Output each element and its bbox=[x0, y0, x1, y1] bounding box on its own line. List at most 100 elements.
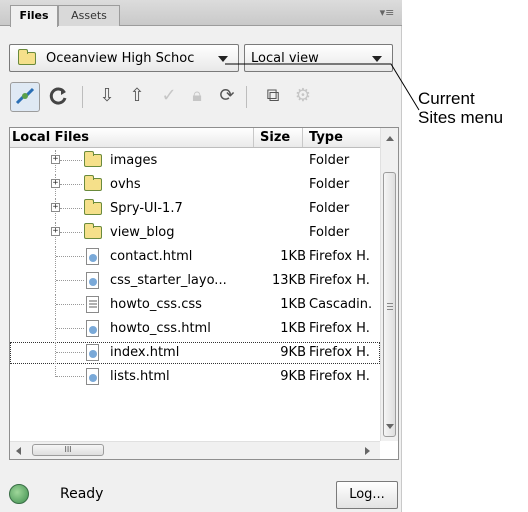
file-row[interactable]: + images Folder bbox=[10, 150, 380, 172]
file-row[interactable]: + ovhs Folder bbox=[10, 174, 380, 196]
file-type: Firefox H. bbox=[309, 369, 370, 384]
toolbar-divider bbox=[82, 86, 83, 108]
file-row[interactable]: + view_blog Folder bbox=[10, 222, 380, 244]
column-divider bbox=[302, 128, 303, 147]
current-site-value: Oceanview High Schoc bbox=[46, 51, 195, 66]
css-file-icon bbox=[86, 296, 99, 313]
column-size[interactable]: Size bbox=[260, 130, 290, 145]
check-in-icon[interactable]: 🔒︎ bbox=[182, 82, 212, 112]
column-local-files[interactable]: Local Files bbox=[12, 130, 89, 145]
folder-icon bbox=[84, 223, 102, 239]
tree-line bbox=[56, 376, 84, 377]
file-name: ovhs bbox=[110, 177, 141, 192]
log-button[interactable]: Log... bbox=[336, 481, 398, 509]
file-size: 1KB bbox=[280, 249, 306, 264]
html-file-icon bbox=[86, 320, 99, 337]
file-name: css_starter_layo... bbox=[110, 273, 227, 288]
file-name: view_blog bbox=[110, 225, 175, 240]
file-name: contact.html bbox=[110, 249, 193, 264]
file-type: Firefox H. bbox=[309, 345, 370, 360]
file-row[interactable]: contact.html 1KB Firefox H. bbox=[10, 246, 380, 268]
tree-line bbox=[55, 342, 56, 364]
file-type: Folder bbox=[309, 201, 350, 216]
file-size: 9KB bbox=[280, 345, 306, 360]
file-name: index.html bbox=[110, 345, 180, 360]
tree-line bbox=[56, 328, 84, 329]
file-row[interactable]: howto_css.html 1KB Firefox H. bbox=[10, 318, 380, 340]
file-type: Folder bbox=[309, 153, 350, 168]
column-type[interactable]: Type bbox=[309, 130, 343, 145]
file-name: howto_css.css bbox=[110, 297, 202, 312]
tree-line bbox=[60, 208, 82, 209]
file-size: 9KB bbox=[280, 369, 306, 384]
file-row[interactable]: lists.html 9KB Firefox H. bbox=[10, 366, 380, 388]
file-name: lists.html bbox=[110, 369, 170, 384]
expand-toggle-icon[interactable]: + bbox=[51, 227, 60, 236]
tree-line bbox=[56, 352, 84, 353]
file-row[interactable]: index.html 9KB Firefox H. bbox=[10, 342, 380, 364]
tree-line bbox=[55, 318, 56, 340]
file-size: 1KB bbox=[280, 297, 306, 312]
refresh-icon[interactable] bbox=[44, 82, 74, 112]
get-files-icon[interactable]: ⇩ bbox=[92, 82, 122, 112]
connect-icon[interactable] bbox=[10, 82, 40, 112]
file-row[interactable]: css_starter_layo... 13KB Firefox H. bbox=[10, 270, 380, 292]
file-size: 1KB bbox=[280, 321, 306, 336]
file-type: Firefox H. bbox=[309, 273, 370, 288]
tree-line bbox=[55, 294, 56, 316]
grip-line bbox=[387, 309, 393, 310]
tree-line bbox=[56, 256, 84, 257]
local-files-list[interactable]: Local Files Size Type + images Folder + ovhs… bbox=[9, 127, 399, 460]
file-name: Spry-UI-1.7 bbox=[110, 201, 183, 216]
site-folder-icon bbox=[18, 49, 36, 65]
scroll-thumb[interactable] bbox=[383, 172, 396, 437]
tree-line bbox=[56, 280, 84, 281]
grip-line bbox=[387, 303, 393, 304]
folder-icon bbox=[84, 199, 102, 215]
grip-line bbox=[387, 306, 393, 307]
put-files-icon[interactable]: ⇧ bbox=[122, 82, 152, 112]
callout-label: Current Sites menu bbox=[418, 89, 503, 127]
folder-icon bbox=[84, 175, 102, 191]
file-type: Cascadin. bbox=[309, 297, 373, 312]
check-out-icon[interactable]: ✓ bbox=[154, 82, 184, 112]
scroll-down-icon[interactable] bbox=[386, 424, 394, 429]
scroll-left-icon[interactable] bbox=[16, 447, 21, 455]
scroll-up-icon[interactable] bbox=[386, 136, 394, 141]
scroll-thumb-horizontal[interactable]: III bbox=[32, 444, 104, 456]
tree-line bbox=[55, 270, 56, 292]
file-size: 13KB bbox=[272, 273, 306, 288]
tree-line bbox=[60, 232, 82, 233]
html-file-icon bbox=[86, 344, 99, 361]
html-file-icon bbox=[86, 248, 99, 265]
callout-line-2: Sites menu bbox=[418, 108, 504, 127]
vertical-scrollbar[interactable] bbox=[380, 128, 398, 441]
tab-files[interactable]: Files bbox=[10, 5, 58, 27]
html-file-icon bbox=[86, 368, 99, 385]
expand-toggle-icon[interactable]: + bbox=[51, 203, 60, 212]
tree-line bbox=[60, 160, 82, 161]
panel-options-menu-icon[interactable]: ▾≡ bbox=[378, 6, 396, 20]
panel-tab-bar: Files Assets ▾≡ bbox=[0, 0, 402, 27]
tab-assets[interactable]: Assets bbox=[58, 5, 120, 26]
file-type: Firefox H. bbox=[309, 249, 370, 264]
html-file-icon bbox=[86, 272, 99, 289]
status-icon bbox=[9, 484, 29, 504]
tree-line bbox=[55, 246, 56, 268]
horizontal-scrollbar[interactable]: III bbox=[10, 441, 380, 459]
expand-toggle-icon[interactable]: + bbox=[51, 155, 60, 164]
file-type: Folder bbox=[309, 177, 350, 192]
expand-toggle-icon[interactable]: + bbox=[51, 179, 60, 188]
current-sites-menu[interactable]: Oceanview High Schoc bbox=[9, 44, 239, 72]
file-name: images bbox=[110, 153, 158, 168]
file-name: howto_css.html bbox=[110, 321, 211, 336]
tree-line bbox=[56, 304, 84, 305]
status-bar: Ready Log... bbox=[0, 478, 402, 512]
file-type: Folder bbox=[309, 225, 350, 240]
file-row[interactable]: howto_css.css 1KB Cascadin. bbox=[10, 294, 380, 316]
folder-icon bbox=[84, 151, 102, 167]
tree-line bbox=[60, 184, 82, 185]
scroll-right-icon[interactable] bbox=[365, 447, 370, 455]
status-text: Ready bbox=[60, 486, 104, 502]
file-row[interactable]: + Spry-UI-1.7 Folder bbox=[10, 198, 380, 220]
